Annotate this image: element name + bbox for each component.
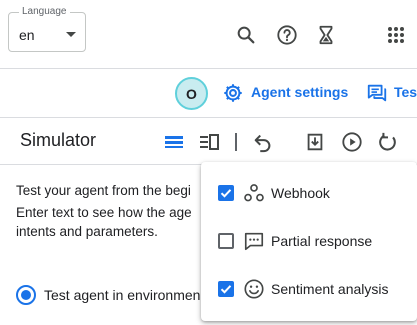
- menu-item-sentiment-analysis[interactable]: Sentiment analysis: [201, 269, 417, 309]
- radio-label: Test agent in environmen: [44, 287, 201, 303]
- description-line-1: Test your agent from the begi: [16, 183, 191, 198]
- list-view-icon[interactable]: [164, 132, 184, 152]
- page-title: Simulator: [20, 130, 97, 150]
- menu-item-partial-response[interactable]: Partial response: [201, 221, 417, 261]
- menu-item-label: Sentiment analysis: [271, 281, 389, 297]
- webhook-checkbox[interactable]: [218, 185, 234, 201]
- agent-settings-link[interactable]: Agent settings: [251, 84, 348, 100]
- gear-icon[interactable]: [222, 82, 244, 104]
- dropdown-caret-icon: [66, 32, 76, 37]
- options-menu: Webhook Partial response Sentiment analy…: [201, 162, 417, 321]
- help-icon[interactable]: [273, 21, 301, 49]
- toolbar-divider: [235, 133, 237, 151]
- radio-dot: [21, 290, 31, 300]
- chat-bubble-icon: [243, 230, 265, 252]
- language-select[interactable]: Language en: [8, 6, 86, 52]
- download-icon[interactable]: [304, 131, 326, 153]
- undo-icon[interactable]: [252, 131, 274, 153]
- partial-response-checkbox[interactable]: [218, 233, 234, 249]
- language-label: Language: [19, 6, 70, 18]
- menu-item-webhook[interactable]: Webhook: [201, 173, 417, 213]
- menu-item-label: Partial response: [271, 233, 373, 249]
- test-environment-radio[interactable]: [16, 285, 36, 305]
- apps-grid-icon[interactable]: [382, 21, 410, 49]
- agent-toolbar: [0, 69, 417, 118]
- test-link[interactable]: Tes: [394, 84, 417, 100]
- search-icon[interactable]: [232, 21, 260, 49]
- webhook-icon: [243, 182, 265, 204]
- description-line-2: Enter text to see how the age: [16, 205, 192, 220]
- sentiment-analysis-checkbox[interactable]: [218, 281, 234, 297]
- hourglass-icon[interactable]: [312, 21, 340, 49]
- split-view-icon[interactable]: [199, 132, 219, 152]
- description-line-3: intents and parameters.: [16, 224, 158, 239]
- reset-icon[interactable]: [377, 131, 399, 153]
- menu-item-label: Webhook: [271, 185, 330, 201]
- play-icon[interactable]: [341, 131, 363, 153]
- language-value: en: [19, 27, 35, 43]
- smiley-icon: [243, 278, 265, 300]
- chat-icon[interactable]: [366, 82, 388, 104]
- avatar[interactable]: O: [175, 77, 208, 110]
